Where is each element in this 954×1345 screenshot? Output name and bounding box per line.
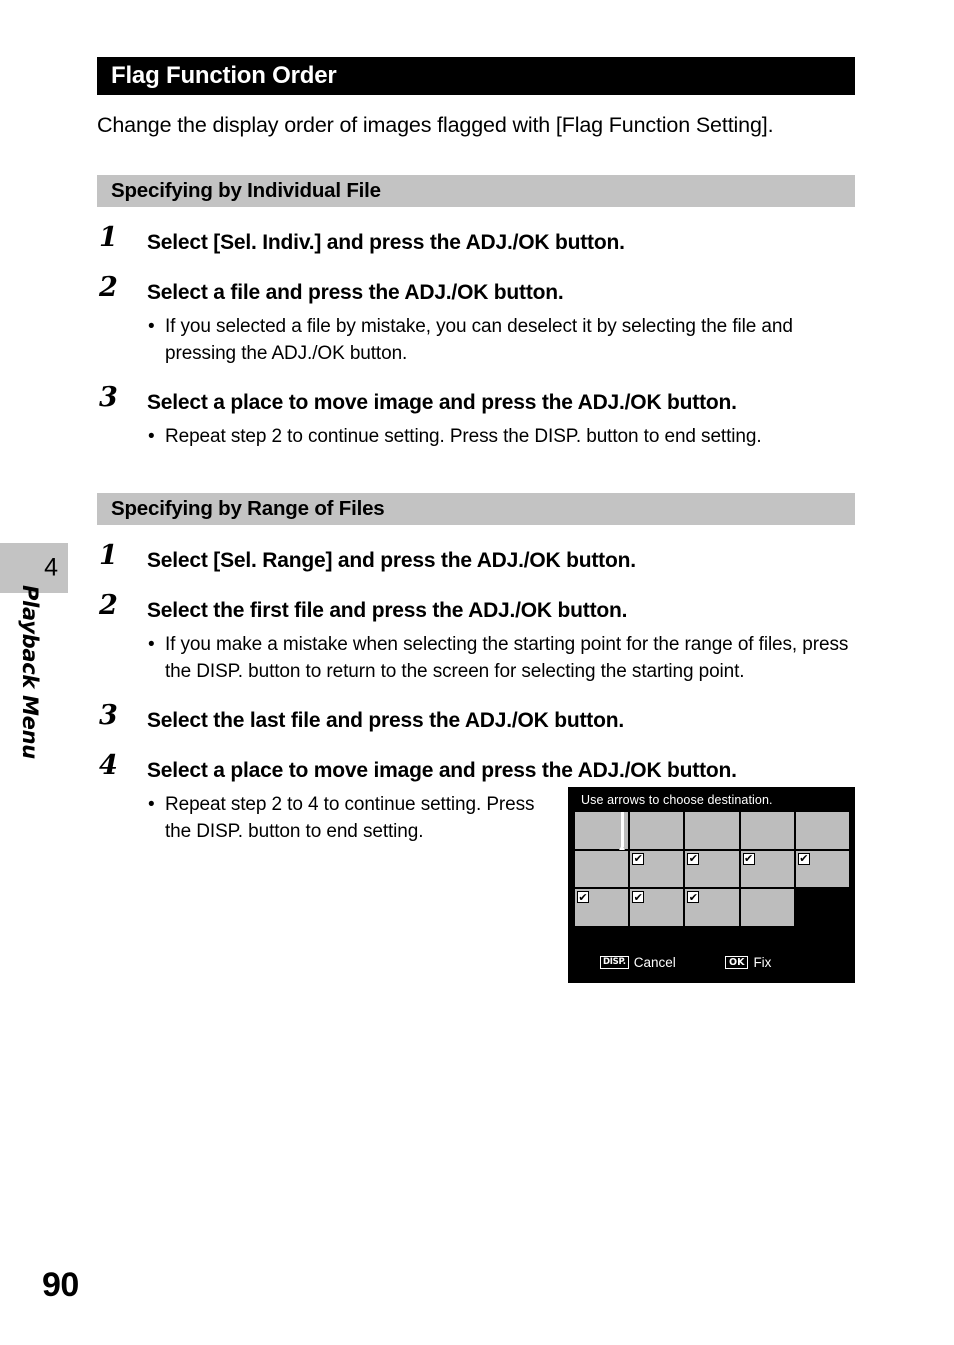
step-number: 4	[99, 750, 118, 781]
step-number: 3	[99, 700, 118, 731]
camera-screen-title: Use arrows to choose destination.	[581, 793, 773, 807]
step-text: Select a place to move image and press t…	[147, 759, 737, 782]
ok-badge-icon: OK	[725, 956, 749, 969]
bullet-dot-icon: •	[148, 316, 155, 337]
step-number: 1	[99, 222, 118, 253]
bullet-dot-icon: •	[148, 426, 155, 447]
thumbnail-grid: ✔ ✔ ✔ ✔ ✔ ✔ ✔	[575, 812, 849, 926]
bullet-item: • If you selected a file by mistake, you…	[97, 313, 857, 367]
bullet-text: Repeat step 2 to 4 to continue setting. …	[165, 794, 535, 842]
thumbnail-cell[interactable]	[740, 812, 794, 849]
cancel-label: Cancel	[633, 955, 676, 970]
thumbnail-cell[interactable]	[740, 889, 794, 926]
chapter-label: Playback Menu	[18, 585, 42, 759]
camera-screen-footer: DISP. Cancel OK Fix	[568, 955, 855, 975]
step-item: 2 Select the first file and press the AD…	[97, 592, 855, 625]
step-item: 1 Select [Sel. Indiv.] and press the ADJ…	[97, 224, 855, 257]
thumbnail-cell[interactable]: ✔	[740, 850, 794, 888]
thumbnail-cell[interactable]	[685, 812, 739, 849]
fix-label: Fix	[753, 955, 772, 970]
checkmark-icon: ✔	[577, 890, 589, 904]
step-item: 4 Select a place to move image and press…	[97, 752, 855, 785]
checkmark-icon: ✔	[797, 852, 810, 866]
bullet-dot-icon: •	[148, 634, 155, 655]
thumbnail-cell[interactable]	[795, 812, 849, 849]
section-heading-range-of-files: Specifying by Range of Files	[97, 493, 855, 525]
step-number: 3	[99, 382, 118, 413]
checkmark-icon: ✔	[632, 890, 645, 904]
thumbnail-empty-slot	[795, 889, 849, 926]
section-heading-individual-file: Specifying by Individual File	[97, 175, 855, 207]
bullet-text: If you make a mistake when selecting the…	[165, 634, 849, 682]
thumbnail-cell[interactable]: ✔	[685, 889, 739, 926]
step-number: 2	[99, 590, 118, 621]
thumbnail-cell[interactable]: ✔	[630, 889, 684, 926]
bullet-item: • Repeat step 2 to continue setting. Pre…	[97, 423, 857, 450]
bullet-text: Repeat step 2 to continue setting. Press…	[165, 426, 762, 447]
bullet-dot-icon: •	[148, 794, 155, 815]
step-text: Select a place to move image and press t…	[147, 391, 737, 414]
step-text: Select [Sel. Range] and press the ADJ./O…	[147, 549, 636, 572]
chapter-number: 4	[44, 553, 58, 582]
checkmark-icon: ✔	[687, 890, 700, 904]
step-text: Select the first file and press the ADJ.…	[147, 599, 628, 622]
thumbnail-cell[interactable]: ✔	[575, 889, 629, 926]
thumbnail-cell[interactable]	[630, 812, 684, 849]
steps-individual-file: 1 Select [Sel. Indiv.] and press the ADJ…	[97, 224, 857, 450]
step-text: Select the last file and press the ADJ./…	[147, 709, 624, 732]
step-item: 3 Select the last file and press the ADJ…	[97, 702, 855, 735]
step-text: Select a file and press the ADJ./OK butt…	[147, 281, 564, 304]
step-item: 3 Select a place to move image and press…	[97, 384, 855, 417]
thumbnail-cell[interactable]	[575, 850, 629, 888]
step-text: Select [Sel. Indiv.] and press the ADJ./…	[147, 231, 625, 254]
fix-button[interactable]: OK Fix	[725, 955, 771, 970]
page-content: Flag Function Order Change the display o…	[97, 0, 855, 845]
thumbnail-cell[interactable]: ✔	[795, 850, 849, 888]
page-title: Flag Function Order	[97, 57, 855, 95]
checkmark-icon: ✔	[632, 852, 645, 866]
step-item: 1 Select [Sel. Range] and press the ADJ.…	[97, 542, 855, 575]
checkmark-icon: ✔	[687, 852, 700, 866]
thumbnail-cell[interactable]: ✔	[630, 850, 684, 888]
camera-screen-illustration: Use arrows to choose destination. ✔ ✔ ✔ ✔ ✔ ✔…	[568, 787, 855, 983]
thumbnail-cell[interactable]: ✔	[685, 850, 739, 888]
step-number: 1	[99, 540, 118, 571]
cancel-button[interactable]: DISP. Cancel	[600, 955, 676, 970]
step-number: 2	[99, 272, 118, 303]
page-number: 90	[42, 1266, 79, 1304]
bullet-text: If you selected a file by mistake, you c…	[165, 316, 793, 364]
bullet-item: • If you make a mistake when selecting t…	[97, 631, 857, 685]
checkmark-icon: ✔	[742, 852, 755, 866]
step-item: 2 Select a file and press the ADJ./OK bu…	[97, 274, 855, 307]
disp-badge-icon: DISP.	[600, 956, 629, 969]
intro-paragraph: Change the display order of images flagg…	[97, 113, 774, 137]
bullet-item: • Repeat step 2 to 4 to continue setting…	[97, 791, 547, 845]
insertion-cursor-icon	[619, 812, 625, 850]
